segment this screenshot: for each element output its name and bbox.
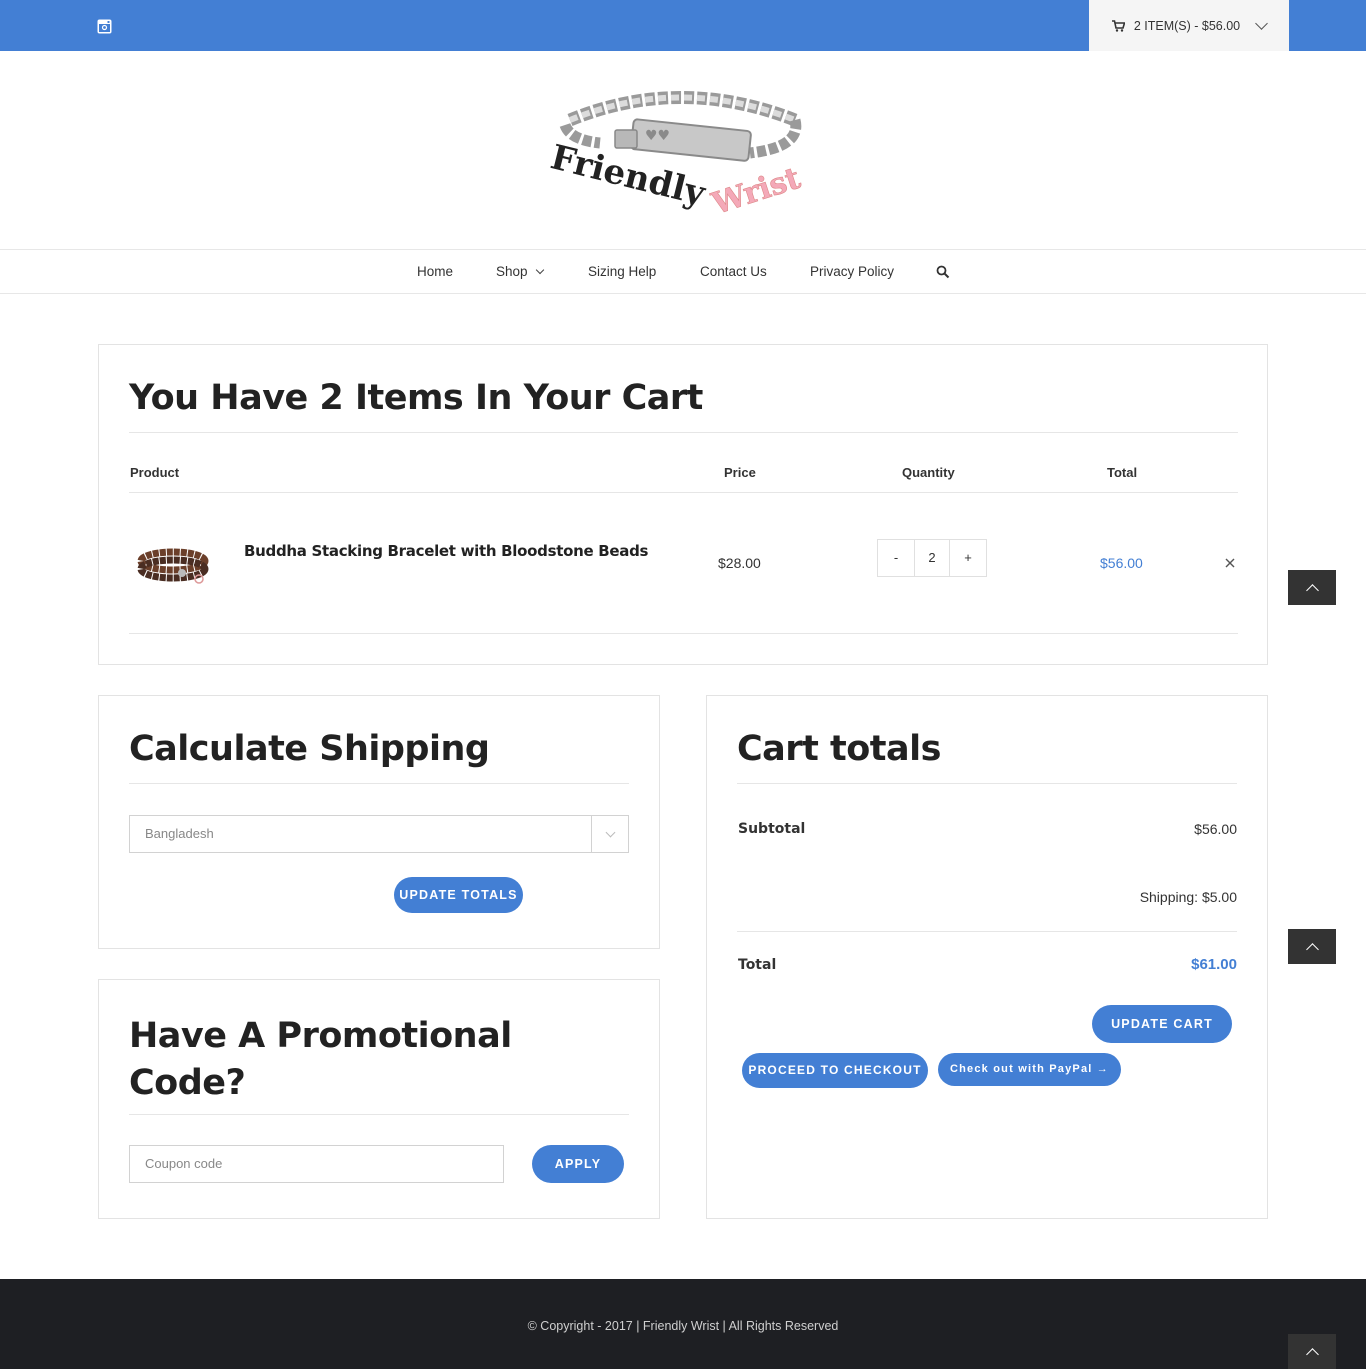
column-header-product: Product	[130, 465, 180, 480]
divider	[737, 783, 1237, 784]
column-header-total: Total	[1107, 465, 1138, 480]
quantity-increase-button[interactable]: +	[950, 540, 986, 576]
back-to-top-button[interactable]	[1288, 929, 1336, 964]
divider	[129, 432, 1238, 433]
coupon-code-input[interactable]: Coupon code	[129, 1145, 504, 1183]
svg-text:♥♥: ♥♥	[645, 128, 670, 144]
chevron-down-icon	[605, 827, 616, 838]
close-icon[interactable]	[1222, 555, 1238, 571]
select-divider	[591, 816, 592, 852]
shipping-panel: Calculate Shipping Bangladesh UPDATE TOT…	[98, 695, 660, 949]
copyright-text: © Copyright - 2017 | Friendly Wrist | Al…	[527, 1319, 839, 1333]
divider	[737, 931, 1237, 932]
back-to-top-button[interactable]	[1288, 570, 1336, 605]
total-label: Total	[738, 957, 777, 973]
chevron-up-icon	[1305, 943, 1319, 956]
quantity-stepper: - 2 +	[877, 539, 987, 577]
divider	[129, 492, 1238, 493]
search-icon[interactable]	[936, 265, 950, 279]
column-header-price: Price	[724, 465, 756, 480]
subtotal-label: Subtotal	[738, 821, 806, 837]
cart-title: You Have 2 Items In Your Cart	[129, 378, 703, 418]
divider	[129, 633, 1238, 634]
update-totals-button[interactable]: UPDATE TOTALS	[394, 877, 523, 913]
mini-cart-summary: 2 ITEM(S) - $56.00	[1133, 18, 1241, 33]
site-logo[interactable]: ♥♥ Friendly Wrist	[540, 85, 825, 220]
product-price: $28.00	[718, 555, 761, 571]
column-header-quantity: Quantity	[902, 465, 955, 480]
paypal-checkout-button[interactable]: Check out with PayPal →	[938, 1053, 1121, 1086]
country-select-value: Bangladesh	[145, 826, 214, 841]
cart-panel: You Have 2 Items In Your Cart Product Pr…	[98, 344, 1268, 665]
divider	[129, 783, 629, 784]
subtotal-value: $56.00	[1194, 821, 1237, 837]
instagram-icon[interactable]	[97, 19, 112, 34]
mini-cart[interactable]: 2 ITEM(S) - $56.00	[1089, 0, 1289, 51]
product-thumbnail[interactable]	[137, 541, 211, 589]
top-bar: 2 ITEM(S) - $56.00	[0, 0, 1366, 51]
nav-item-privacy-policy[interactable]: Privacy Policy	[810, 250, 894, 294]
chevron-up-icon	[1305, 1348, 1319, 1361]
nav-item-contact-us[interactable]: Contact Us	[700, 250, 767, 294]
nav-item-shop-label: Shop	[496, 264, 528, 279]
footer: © Copyright - 2017 | Friendly Wrist | Al…	[0, 1279, 1366, 1369]
chevron-down-icon	[1255, 16, 1269, 30]
shipping-title: Calculate Shipping	[129, 729, 490, 769]
divider	[129, 1114, 629, 1115]
nav-item-home[interactable]: Home	[417, 250, 453, 294]
nav-item-shop[interactable]: Shop	[496, 250, 544, 294]
chevron-up-icon	[1305, 584, 1319, 597]
country-select[interactable]: Bangladesh	[129, 815, 629, 853]
product-name-link[interactable]: Buddha Stacking Bracelet with Bloodstone…	[244, 542, 648, 560]
line-total: $56.00	[1100, 555, 1143, 571]
main-nav: Home Shop Sizing Help Contact Us Privacy…	[0, 249, 1366, 294]
cart-totals-panel: Cart totals Subtotal $56.00 Shipping: $5…	[706, 695, 1268, 1219]
total-value: $61.00	[1191, 956, 1237, 973]
cart-totals-title: Cart totals	[737, 729, 941, 769]
shopping-cart-icon	[1111, 19, 1125, 32]
apply-coupon-button[interactable]: APPLY	[532, 1145, 624, 1183]
promo-panel: Have A Promotional Code? Coupon code APP…	[98, 979, 660, 1219]
nav-item-sizing-help[interactable]: Sizing Help	[588, 250, 656, 294]
chevron-down-icon	[535, 265, 544, 275]
logo-word-wrist: Wrist	[707, 161, 805, 220]
shipping-cost: Shipping: $5.00	[1139, 889, 1237, 905]
update-cart-button[interactable]: UPDATE CART	[1092, 1005, 1232, 1043]
promo-title: Have A Promotional Code?	[129, 1016, 512, 1103]
quantity-decrease-button[interactable]: -	[878, 540, 914, 576]
back-to-top-button[interactable]	[1288, 1334, 1336, 1369]
quantity-input[interactable]: 2	[914, 540, 950, 576]
proceed-to-checkout-button[interactable]: PROCEED TO CHECKOUT	[742, 1053, 928, 1088]
